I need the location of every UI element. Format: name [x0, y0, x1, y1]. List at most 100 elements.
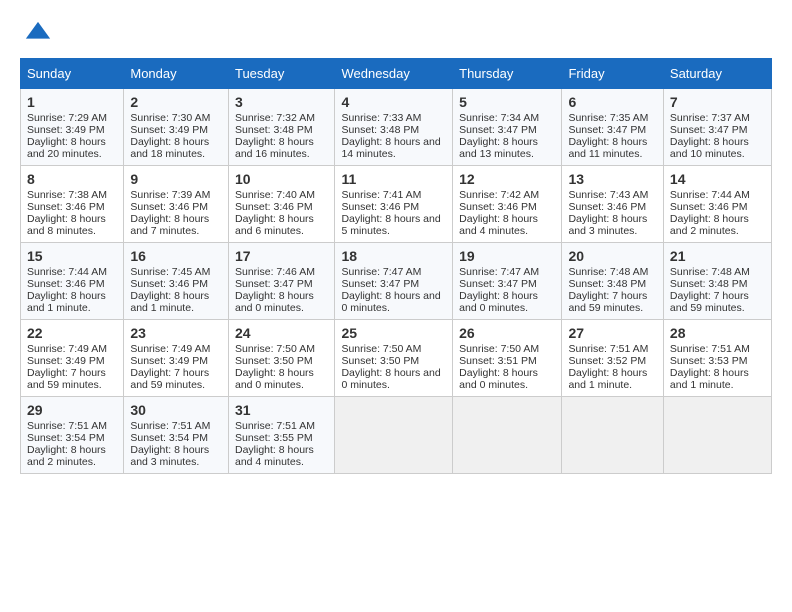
calendar-cell: 24Sunrise: 7:50 AMSunset: 3:50 PMDayligh…: [228, 320, 334, 397]
day-number: 17: [235, 248, 328, 264]
calendar-cell: 16Sunrise: 7:45 AMSunset: 3:46 PMDayligh…: [124, 243, 229, 320]
calendar-cell: 20Sunrise: 7:48 AMSunset: 3:48 PMDayligh…: [562, 243, 663, 320]
sunset-text: Sunset: 3:49 PM: [130, 355, 222, 367]
daylight-text: Daylight: 8 hours and 3 minutes.: [130, 444, 222, 468]
calendar-cell: 11Sunrise: 7:41 AMSunset: 3:46 PMDayligh…: [335, 166, 453, 243]
daylight-text: Daylight: 8 hours and 11 minutes.: [568, 136, 656, 160]
daylight-text: Daylight: 8 hours and 4 minutes.: [235, 444, 328, 468]
sunrise-text: Sunrise: 7:34 AM: [459, 112, 555, 124]
sunset-text: Sunset: 3:48 PM: [670, 278, 765, 290]
sunrise-text: Sunrise: 7:39 AM: [130, 189, 222, 201]
calendar-cell: 28Sunrise: 7:51 AMSunset: 3:53 PMDayligh…: [663, 320, 771, 397]
day-number: 15: [27, 248, 117, 264]
sunset-text: Sunset: 3:46 PM: [27, 201, 117, 213]
sunrise-text: Sunrise: 7:51 AM: [27, 420, 117, 432]
day-number: 27: [568, 325, 656, 341]
calendar-cell: 12Sunrise: 7:42 AMSunset: 3:46 PMDayligh…: [453, 166, 562, 243]
sunset-text: Sunset: 3:48 PM: [568, 278, 656, 290]
sunset-text: Sunset: 3:46 PM: [235, 201, 328, 213]
day-number: 6: [568, 94, 656, 110]
sunrise-text: Sunrise: 7:50 AM: [459, 343, 555, 355]
sunrise-text: Sunrise: 7:35 AM: [568, 112, 656, 124]
daylight-text: Daylight: 8 hours and 1 minute.: [27, 290, 117, 314]
sunrise-text: Sunrise: 7:45 AM: [130, 266, 222, 278]
sunset-text: Sunset: 3:50 PM: [341, 355, 446, 367]
sunset-text: Sunset: 3:47 PM: [568, 124, 656, 136]
sunrise-text: Sunrise: 7:49 AM: [130, 343, 222, 355]
day-number: 7: [670, 94, 765, 110]
calendar-cell: 5 Sunrise: 7:34 AMSunset: 3:47 PMDaylight…: [453, 89, 562, 166]
sunset-text: Sunset: 3:55 PM: [235, 432, 328, 444]
calendar-cell: 14Sunrise: 7:44 AMSunset: 3:46 PMDayligh…: [663, 166, 771, 243]
sunrise-text: Sunrise: 7:32 AM: [235, 112, 328, 124]
sunrise-text: Sunrise: 7:51 AM: [670, 343, 765, 355]
sunset-text: Sunset: 3:46 PM: [459, 201, 555, 213]
col-header-tuesday: Tuesday: [228, 59, 334, 89]
calendar-cell: 13Sunrise: 7:43 AMSunset: 3:46 PMDayligh…: [562, 166, 663, 243]
daylight-text: Daylight: 8 hours and 0 minutes.: [341, 367, 446, 391]
day-number: 4: [341, 94, 446, 110]
sunrise-text: Sunrise: 7:48 AM: [670, 266, 765, 278]
calendar-cell: [335, 397, 453, 474]
day-number: 22: [27, 325, 117, 341]
logo: [20, 20, 52, 48]
page-header: [20, 16, 772, 48]
calendar-cell: 27Sunrise: 7:51 AMSunset: 3:52 PMDayligh…: [562, 320, 663, 397]
daylight-text: Daylight: 8 hours and 1 minute.: [130, 290, 222, 314]
day-number: 12: [459, 171, 555, 187]
sunset-text: Sunset: 3:49 PM: [130, 124, 222, 136]
daylight-text: Daylight: 8 hours and 18 minutes.: [130, 136, 222, 160]
day-number: 5: [459, 94, 555, 110]
day-number: 20: [568, 248, 656, 264]
day-number: 23: [130, 325, 222, 341]
sunrise-text: Sunrise: 7:37 AM: [670, 112, 765, 124]
sunrise-text: Sunrise: 7:43 AM: [568, 189, 656, 201]
sunrise-text: Sunrise: 7:47 AM: [341, 266, 446, 278]
day-number: 8: [27, 171, 117, 187]
daylight-text: Daylight: 8 hours and 0 minutes.: [459, 367, 555, 391]
daylight-text: Daylight: 8 hours and 6 minutes.: [235, 213, 328, 237]
sunset-text: Sunset: 3:52 PM: [568, 355, 656, 367]
sunset-text: Sunset: 3:46 PM: [130, 201, 222, 213]
sunrise-text: Sunrise: 7:50 AM: [235, 343, 328, 355]
calendar-cell: [453, 397, 562, 474]
sunset-text: Sunset: 3:47 PM: [459, 124, 555, 136]
calendar-cell: 1Sunrise: 7:29 AMSunset: 3:49 PMDaylight…: [21, 89, 124, 166]
sunset-text: Sunset: 3:46 PM: [27, 278, 117, 290]
sunset-text: Sunset: 3:48 PM: [341, 124, 446, 136]
calendar-cell: 7Sunrise: 7:37 AMSunset: 3:47 PMDaylight…: [663, 89, 771, 166]
daylight-text: Daylight: 8 hours and 13 minutes.: [459, 136, 555, 160]
day-number: 21: [670, 248, 765, 264]
daylight-text: Daylight: 8 hours and 0 minutes.: [341, 290, 446, 314]
day-number: 25: [341, 325, 446, 341]
sunset-text: Sunset: 3:46 PM: [568, 201, 656, 213]
sunset-text: Sunset: 3:48 PM: [235, 124, 328, 136]
calendar-cell: 21Sunrise: 7:48 AMSunset: 3:48 PMDayligh…: [663, 243, 771, 320]
sunrise-text: Sunrise: 7:44 AM: [27, 266, 117, 278]
calendar-cell: 9Sunrise: 7:39 AMSunset: 3:46 PMDaylight…: [124, 166, 229, 243]
daylight-text: Daylight: 8 hours and 2 minutes.: [27, 444, 117, 468]
calendar-cell: 3Sunrise: 7:32 AMSunset: 3:48 PMDaylight…: [228, 89, 334, 166]
calendar-cell: 17Sunrise: 7:46 AMSunset: 3:47 PMDayligh…: [228, 243, 334, 320]
sunset-text: Sunset: 3:46 PM: [341, 201, 446, 213]
day-number: 1: [27, 94, 117, 110]
sunset-text: Sunset: 3:50 PM: [235, 355, 328, 367]
day-number: 13: [568, 171, 656, 187]
day-number: 16: [130, 248, 222, 264]
sunset-text: Sunset: 3:47 PM: [235, 278, 328, 290]
calendar-cell: 26Sunrise: 7:50 AMSunset: 3:51 PMDayligh…: [453, 320, 562, 397]
sunset-text: Sunset: 3:47 PM: [670, 124, 765, 136]
daylight-text: Daylight: 8 hours and 1 minute.: [568, 367, 656, 391]
daylight-text: Daylight: 8 hours and 2 minutes.: [670, 213, 765, 237]
day-number: 10: [235, 171, 328, 187]
daylight-text: Daylight: 8 hours and 1 minute.: [670, 367, 765, 391]
sunset-text: Sunset: 3:54 PM: [130, 432, 222, 444]
col-header-thursday: Thursday: [453, 59, 562, 89]
col-header-sunday: Sunday: [21, 59, 124, 89]
sunset-text: Sunset: 3:47 PM: [459, 278, 555, 290]
sunrise-text: Sunrise: 7:51 AM: [130, 420, 222, 432]
calendar-cell: 31Sunrise: 7:51 AMSunset: 3:55 PMDayligh…: [228, 397, 334, 474]
daylight-text: Daylight: 8 hours and 5 minutes.: [341, 213, 446, 237]
col-header-monday: Monday: [124, 59, 229, 89]
sunset-text: Sunset: 3:54 PM: [27, 432, 117, 444]
